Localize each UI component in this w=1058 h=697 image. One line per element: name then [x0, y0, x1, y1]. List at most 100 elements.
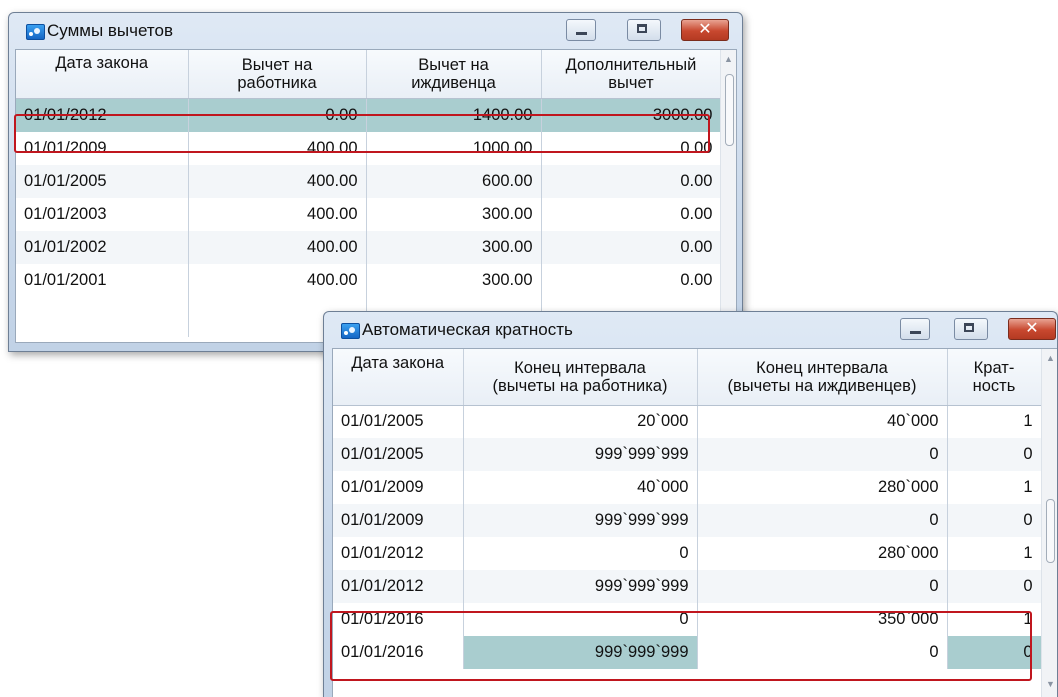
cell-dependent-end: 280`000: [697, 537, 948, 570]
close-icon: ✕: [1025, 320, 1039, 337]
window-title: Суммы вычетов: [47, 21, 173, 40]
minimize-icon: [910, 331, 921, 334]
cell-additional: 0.00: [541, 165, 722, 198]
cell-dependent-end: 0: [697, 438, 948, 471]
cell-date: 01/01/2009: [333, 504, 464, 537]
table-row[interactable]: 01/01/2002 400.00 300.00 0.00: [16, 231, 722, 264]
cell-employee-end: 20`000: [463, 405, 698, 438]
column-header-employee[interactable]: Вычет на работника: [188, 50, 367, 99]
scroll-up-arrow-icon[interactable]: ▲: [1042, 353, 1057, 363]
header-employee-end-line2: (вычеты на работника): [492, 376, 668, 395]
cell-additional: 0.00: [541, 231, 722, 264]
cell-date: 01/01/2002: [16, 231, 189, 264]
header-dependent-line2: иждивенца: [411, 73, 496, 92]
cell-date: 01/01/2012: [333, 537, 464, 570]
maximize-button[interactable]: [627, 19, 661, 41]
column-header-dependent[interactable]: Вычет на иждивенца: [366, 50, 542, 99]
scroll-up-arrow-icon[interactable]: ▲: [721, 54, 736, 64]
header-date-label: Дата закона: [351, 354, 445, 372]
column-header-date[interactable]: Дата закона: [16, 50, 189, 99]
cell-dependent-end: 0: [697, 570, 948, 603]
maximize-icon: [964, 323, 974, 332]
column-header-dependent-end[interactable]: Конец интервала (вычеты на иждивенцев): [697, 349, 948, 406]
close-button[interactable]: ✕: [681, 19, 729, 41]
deductions-window: Суммы вычетов ✕ Дата закона Вычет на раб…: [8, 12, 743, 352]
cell-dependent-end: 0: [697, 504, 948, 537]
vertical-scrollbar[interactable]: ▲ ▼: [1041, 349, 1057, 697]
cell-multiplicity: 1: [947, 471, 1042, 504]
cell-date: 01/01/2009: [333, 471, 464, 504]
cell-multiplicity: 1: [947, 537, 1042, 570]
header-dependent-end-line1: Конец интервала: [756, 358, 888, 377]
multiplicity-titlebar[interactable]: Автоматическая кратность ✕: [324, 312, 1057, 348]
table-row[interactable]: 01/01/2005 20`000 40`000 1: [333, 405, 1042, 438]
app-icon: [341, 323, 360, 339]
header-date-label: Дата закона: [55, 54, 149, 72]
close-button[interactable]: ✕: [1008, 318, 1056, 340]
deductions-titlebar[interactable]: Суммы вычетов ✕: [9, 13, 742, 49]
deductions-table-area: Дата закона Вычет на работника Вычет на …: [15, 49, 737, 343]
cell-dependent: 600.00: [366, 165, 542, 198]
table-row[interactable]: 01/01/2001 400.00 300.00 0.00: [16, 264, 722, 297]
cell-employee: 400.00: [188, 264, 367, 297]
header-additional-line2: вычет: [608, 73, 654, 92]
table-row[interactable]: 01/01/2012 999`999`999 0 0: [333, 570, 1042, 603]
cell-dependent: 300.00: [366, 231, 542, 264]
scrollbar-thumb[interactable]: [1046, 499, 1055, 563]
vertical-scrollbar[interactable]: ▲: [720, 50, 736, 342]
cell-date: 01/01/2012: [333, 570, 464, 603]
cell-dependent-end: 40`000: [697, 405, 948, 438]
header-employee-line1: Вычет на: [241, 55, 313, 74]
cell-employee: 400.00: [188, 231, 367, 264]
minimize-button[interactable]: [566, 19, 596, 41]
table-row[interactable]: 01/01/2009 999`999`999 0 0: [333, 504, 1042, 537]
cell-date: 01/01/2005: [333, 438, 464, 471]
app-icon: [26, 24, 45, 40]
window-title: Автоматическая кратность: [362, 320, 573, 339]
column-header-multiplicity[interactable]: Крат- ность: [947, 349, 1042, 406]
cell-date: 01/01/2005: [333, 405, 464, 438]
cell-dependent: 300.00: [366, 264, 542, 297]
cell-dependent-end: 280`000: [697, 471, 948, 504]
scroll-down-arrow-icon[interactable]: ▼: [1042, 679, 1057, 689]
header-dependent-end-line2: (вычеты на иждивенцев): [727, 376, 917, 395]
cell-multiplicity: 1: [947, 405, 1042, 438]
table-row[interactable]: 01/01/2005 400.00 600.00 0.00: [16, 165, 722, 198]
maximize-icon: [637, 24, 647, 33]
cell-date: 01/01/2005: [16, 165, 189, 198]
column-header-employee-end[interactable]: Конец интервала (вычеты на работника): [463, 349, 698, 406]
maximize-button[interactable]: [954, 318, 988, 340]
cell-multiplicity: 0: [947, 504, 1042, 537]
header-additional-line1: Дополнительный: [565, 55, 697, 74]
header-multiplicity-line1: Крат-: [973, 358, 1015, 377]
header-employee-end-line1: Конец интервала: [514, 358, 646, 377]
cell-date: 01/01/2001: [16, 264, 189, 297]
cell-employee: 400.00: [188, 198, 367, 231]
header-dependent-line1: Вычет на: [418, 55, 489, 74]
table-row[interactable]: 01/01/2005 999`999`999 0 0: [333, 438, 1042, 471]
minimize-icon: [576, 32, 587, 35]
table-row[interactable]: 01/01/2003 400.00 300.00 0.00: [16, 198, 722, 231]
cell-multiplicity: 0: [947, 570, 1042, 603]
column-header-additional[interactable]: Дополнительный вычет: [541, 50, 722, 99]
cell-employee-end: 999`999`999: [463, 570, 698, 603]
cell-additional: 0.00: [541, 264, 722, 297]
highlight-frame: [330, 611, 1032, 681]
cell-employee-end: 999`999`999: [463, 504, 698, 537]
cell-employee: 400.00: [188, 165, 367, 198]
cell-multiplicity: 0: [947, 438, 1042, 471]
table-row[interactable]: 01/01/2012 0 280`000 1: [333, 537, 1042, 570]
scrollbar-thumb[interactable]: [725, 74, 734, 146]
highlight-frame: [14, 114, 710, 153]
table-row[interactable]: 01/01/2009 40`000 280`000 1: [333, 471, 1042, 504]
column-header-date[interactable]: Дата закона: [333, 349, 464, 406]
cell-additional: 0.00: [541, 198, 722, 231]
header-employee-line2: работника: [237, 73, 317, 92]
cell-date: 01/01/2003: [16, 198, 189, 231]
header-multiplicity-line2: ность: [972, 376, 1016, 395]
close-icon: ✕: [698, 21, 712, 38]
cell-dependent: 300.00: [366, 198, 542, 231]
minimize-button[interactable]: [900, 318, 930, 340]
cell-employee-end: 999`999`999: [463, 438, 698, 471]
cell-employee-end: 0: [463, 537, 698, 570]
